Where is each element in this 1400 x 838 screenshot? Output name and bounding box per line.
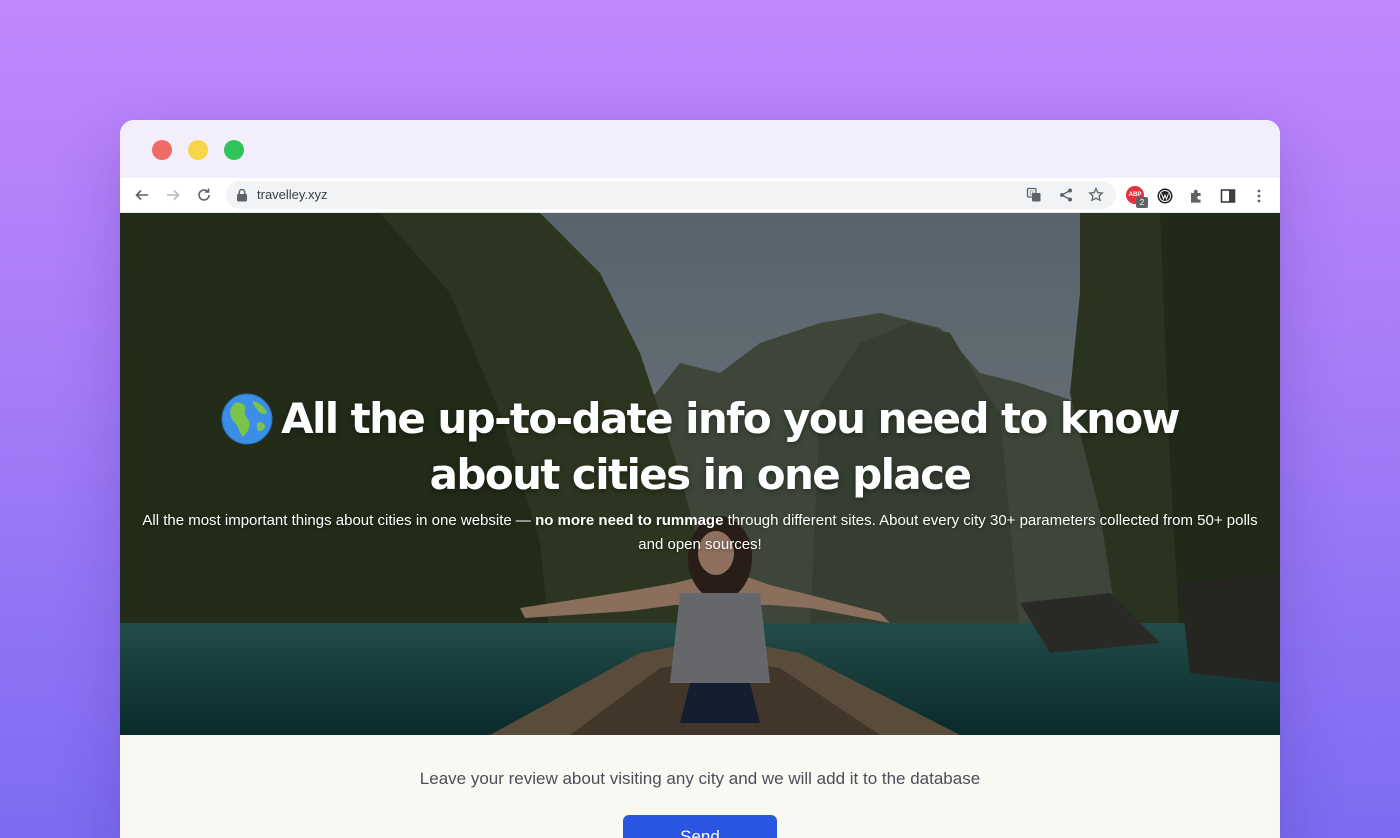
hero-banner: All the up-to-date info you need to know… [120,213,1280,735]
url-text[interactable]: travelley.xyz [257,187,328,202]
send-button[interactable]: Send [623,815,777,838]
lock-icon [237,188,247,202]
hero-subtitle-part2: through different sites. About every cit… [638,512,1258,553]
back-arrow-icon[interactable] [132,185,152,205]
share-icon[interactable] [1058,187,1074,203]
adblock-count-badge: 2 [1136,197,1148,208]
svg-text:G: G [1030,191,1035,197]
bookmark-star-icon[interactable] [1088,187,1104,203]
review-prompt: Leave your review about visiting any cit… [419,769,981,788]
maximize-window-button[interactable] [224,140,244,160]
translate-icon[interactable]: G [1026,187,1042,203]
side-panel-icon[interactable] [1219,187,1237,205]
reload-icon[interactable] [194,185,214,205]
more-menu-icon[interactable] [1250,187,1268,205]
puzzle-extensions-icon[interactable] [1188,187,1206,205]
browser-window: travelley.xyz G ABP 2 All the up-to-date… [120,120,1280,838]
wordpress-extension-icon[interactable] [1156,187,1174,205]
address-bar[interactable]: travelley.xyz G [226,181,1116,209]
browser-toolbar: travelley.xyz G ABP 2 [120,178,1280,213]
globe-emoji-icon [221,393,273,445]
hero-subtitle: All the most important things about citi… [140,509,1260,557]
review-section: Leave your review about visiting any cit… [120,735,1280,838]
forward-arrow-icon[interactable] [163,185,183,205]
window-titlebar [120,120,1280,178]
hero-subtitle-part1: All the most important things about citi… [142,512,536,529]
hero-title-text: All the up-to-date info you need to know… [281,394,1180,499]
close-window-button[interactable] [152,140,172,160]
minimize-window-button[interactable] [188,140,208,160]
hero-title: All the up-to-date info you need to know… [180,391,1220,503]
hero-subtitle-bold: no more need to rummage [535,512,724,529]
